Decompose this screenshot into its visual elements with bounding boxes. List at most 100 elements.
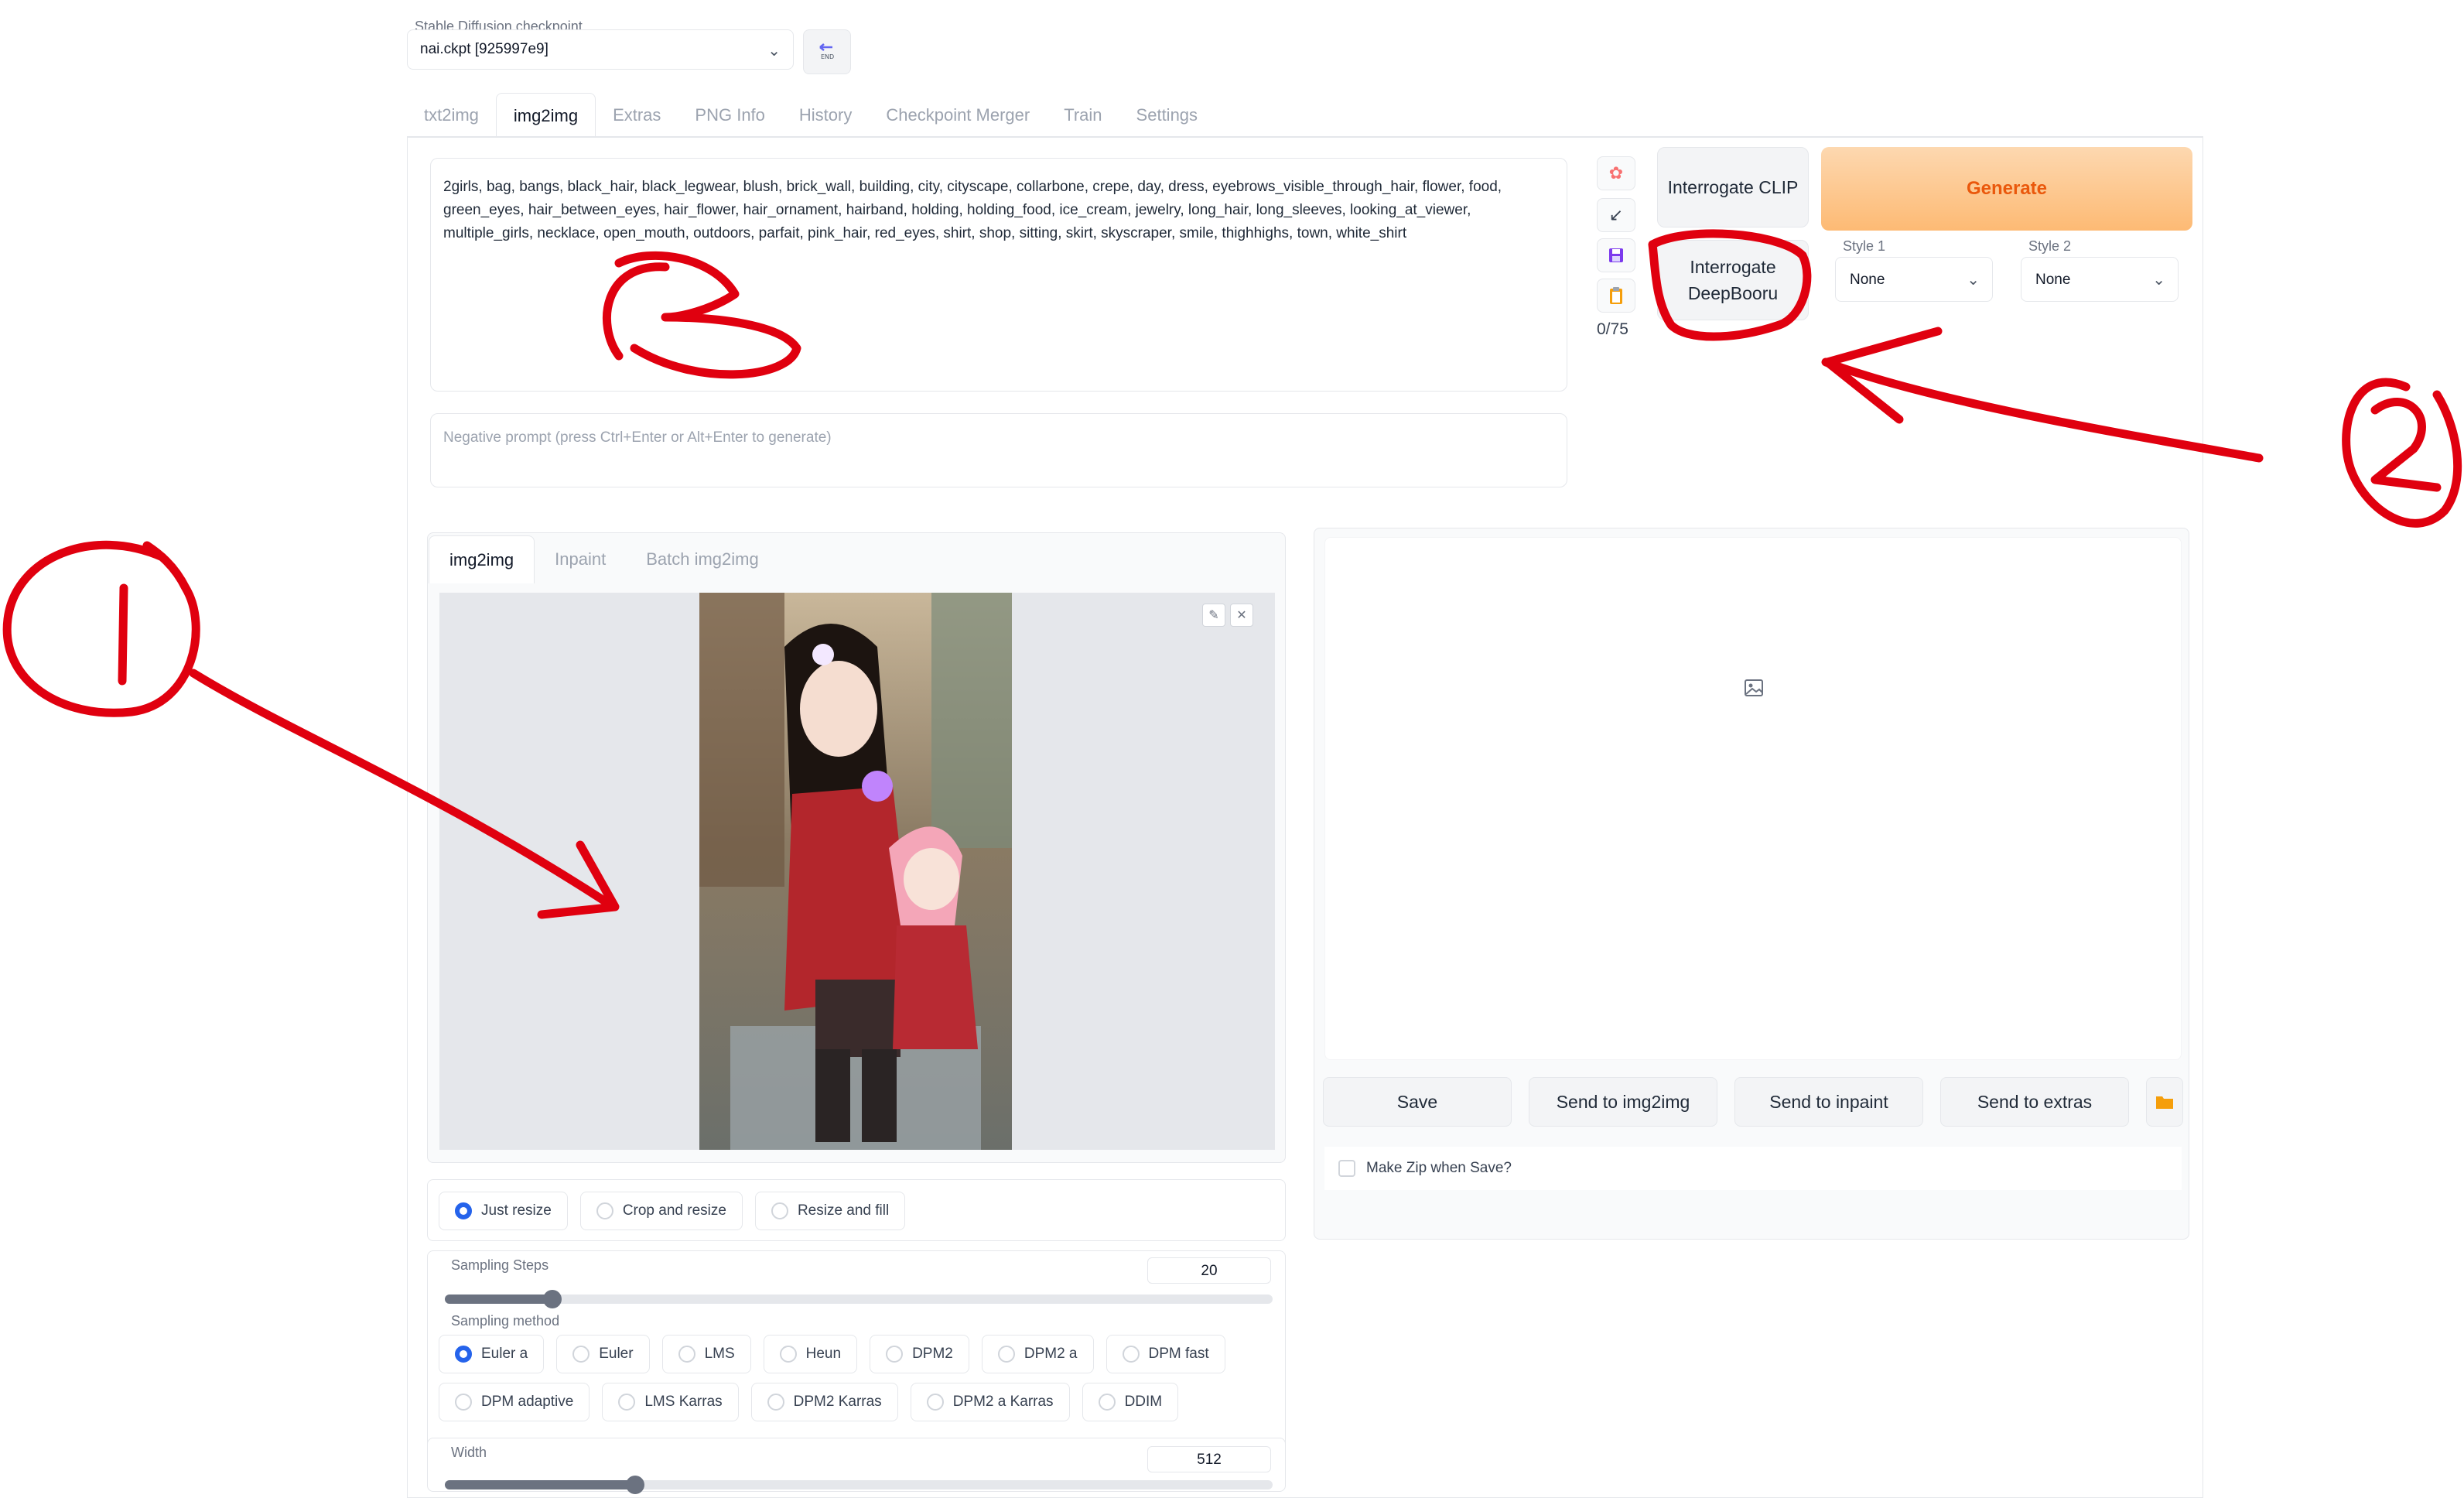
slider-fill (445, 1480, 635, 1489)
tab-checkpoint-merger[interactable]: Checkpoint Merger (869, 93, 1047, 138)
radio-crop-and-resize[interactable]: Crop and resize (579, 1192, 743, 1230)
edit-image-button[interactable]: ✎ (1202, 604, 1225, 627)
interrogate-deepbooru-button[interactable]: Interrogate DeepBooru (1657, 240, 1809, 320)
width-input[interactable]: 512 (1147, 1446, 1271, 1472)
radio-dot (572, 1346, 590, 1363)
annotation-digit-1 (118, 583, 128, 686)
radio-dpm-adaptive[interactable]: DPM adaptive (439, 1383, 590, 1421)
radio-dot (997, 1346, 1015, 1363)
image-upload-area[interactable]: ✎ ✕ (439, 593, 1275, 1150)
token-counter: 0/75 (1597, 320, 1628, 338)
tab-png-info[interactable]: PNG Info (678, 93, 781, 138)
radio-dot (1122, 1346, 1140, 1363)
generate-button[interactable]: Generate (1821, 147, 2192, 231)
radio-resize-and-fill[interactable]: Resize and fill (754, 1192, 906, 1230)
slider-thumb[interactable] (626, 1476, 644, 1494)
clipboard-icon (1610, 287, 1622, 304)
read-params-button[interactable]: ↙ (1597, 198, 1635, 232)
svg-text:END: END (821, 53, 834, 60)
style2-select[interactable]: None ⌄ (2021, 257, 2179, 302)
subtab-img2img[interactable]: img2img (429, 535, 535, 583)
arrow-down-left-icon: ↙ (1608, 205, 1624, 224)
annotation-circle-1 (2, 540, 200, 717)
image-placeholder-icon (1745, 679, 1763, 696)
annotation-digit-2 (2370, 398, 2442, 492)
radio-dpm2-a[interactable]: DPM2 a (981, 1335, 1094, 1373)
resize-mode-group: Just resize Crop and resize Resize and f… (427, 1179, 1286, 1241)
img2img-subtabs: img2img Inpaint Batch img2img (429, 535, 779, 583)
checkpoint-value: nai.ckpt [925997e9] (420, 41, 549, 57)
chevron-down-icon: ⌄ (767, 43, 781, 60)
tab-extras[interactable]: Extras (596, 93, 678, 138)
output-gallery (1324, 537, 2182, 1060)
tab-img2img[interactable]: img2img (495, 93, 596, 138)
style1-value: None (1850, 272, 1885, 288)
width-section: Width 512 (427, 1438, 1286, 1494)
slider-fill (445, 1295, 552, 1304)
close-icon: ✕ (1236, 609, 1247, 622)
tab-txt2img[interactable]: txt2img (407, 93, 496, 138)
radio-dot (767, 1394, 784, 1411)
chevron-down-icon: ⌄ (2152, 272, 2165, 289)
radio-dot (1098, 1394, 1116, 1411)
radio-dpm2-a-karras[interactable]: DPM2 a Karras (910, 1383, 1070, 1421)
uploaded-image (699, 593, 1012, 1150)
radio-dot (926, 1394, 944, 1411)
sampling-method-label: Sampling method (451, 1313, 560, 1329)
radio-dot (455, 1346, 472, 1363)
save-style-button[interactable] (1597, 238, 1635, 272)
tab-train[interactable]: Train (1047, 93, 1119, 138)
apply-style-button[interactable] (1597, 279, 1635, 313)
send-to-extras-button[interactable]: Send to extras (1940, 1077, 2129, 1127)
width-label: Width (451, 1445, 487, 1460)
style2-value: None (2035, 272, 2071, 288)
radio-euler-a[interactable]: Euler a (439, 1335, 545, 1373)
radio-euler[interactable]: Euler (556, 1335, 650, 1373)
negative-prompt-textarea[interactable]: Negative prompt (press Ctrl+Enter or Alt… (430, 413, 1567, 487)
sampling-steps-label: Sampling Steps (451, 1257, 549, 1273)
interrogate-clip-button[interactable]: Interrogate CLIP (1657, 147, 1809, 227)
style1-label: Style 1 (1843, 238, 1886, 254)
open-folder-button[interactable] (2146, 1077, 2183, 1127)
radio-lms[interactable]: LMS (661, 1335, 751, 1373)
radio-dot (779, 1346, 797, 1363)
width-slider[interactable] (445, 1476, 1273, 1494)
pencil-icon: ✎ (1208, 609, 1219, 622)
save-button[interactable]: Save (1323, 1077, 1512, 1127)
radio-just-resize[interactable]: Just resize (439, 1192, 568, 1230)
radio-dpm-fast[interactable]: DPM fast (1106, 1335, 1225, 1373)
send-to-img2img-button[interactable]: Send to img2img (1529, 1077, 1717, 1127)
chevron-down-icon: ⌄ (1967, 272, 1980, 289)
style2-label: Style 2 (2028, 238, 2072, 254)
sampling-steps-slider[interactable] (445, 1290, 1273, 1308)
radio-dot (455, 1394, 472, 1411)
radio-dot (455, 1202, 472, 1219)
make-zip-checkbox[interactable] (1338, 1160, 1355, 1177)
radio-dot (771, 1202, 788, 1219)
refresh-checkpoint-button[interactable]: END (803, 29, 851, 74)
subtab-inpaint[interactable]: Inpaint (535, 535, 626, 583)
annotation-circle-2 (2342, 378, 2462, 528)
tab-settings[interactable]: Settings (1119, 93, 1215, 138)
make-zip-option[interactable]: Make Zip when Save? (1324, 1147, 2182, 1190)
tab-history[interactable]: History (782, 93, 869, 138)
clear-image-button[interactable]: ✕ (1230, 604, 1253, 627)
radio-dpm2[interactable]: DPM2 (870, 1335, 969, 1373)
slider-thumb[interactable] (543, 1290, 562, 1308)
style1-select[interactable]: None ⌄ (1835, 257, 1993, 302)
floppy-disk-icon (1609, 248, 1623, 262)
radio-lms-karras[interactable]: LMS Karras (602, 1383, 739, 1421)
sampling-steps-input[interactable]: 20 (1147, 1257, 1271, 1284)
refresh-icon: END (819, 43, 834, 60)
folder-icon (2156, 1096, 2173, 1109)
radio-dot (618, 1394, 636, 1411)
prompt-textarea[interactable]: 2girls, bag, bangs, black_hair, black_le… (430, 158, 1567, 392)
radio-dpm2-karras[interactable]: DPM2 Karras (750, 1383, 898, 1421)
art-style-button[interactable]: ✿ (1597, 156, 1635, 190)
subtab-batch-img2img[interactable]: Batch img2img (626, 535, 779, 583)
radio-heun[interactable]: Heun (763, 1335, 858, 1373)
radio-dot (886, 1346, 904, 1363)
checkpoint-select[interactable]: nai.ckpt [925997e9] ⌄ (407, 29, 794, 70)
send-to-inpaint-button[interactable]: Send to inpaint (1734, 1077, 1923, 1127)
radio-ddim[interactable]: DDIM (1082, 1383, 1179, 1421)
